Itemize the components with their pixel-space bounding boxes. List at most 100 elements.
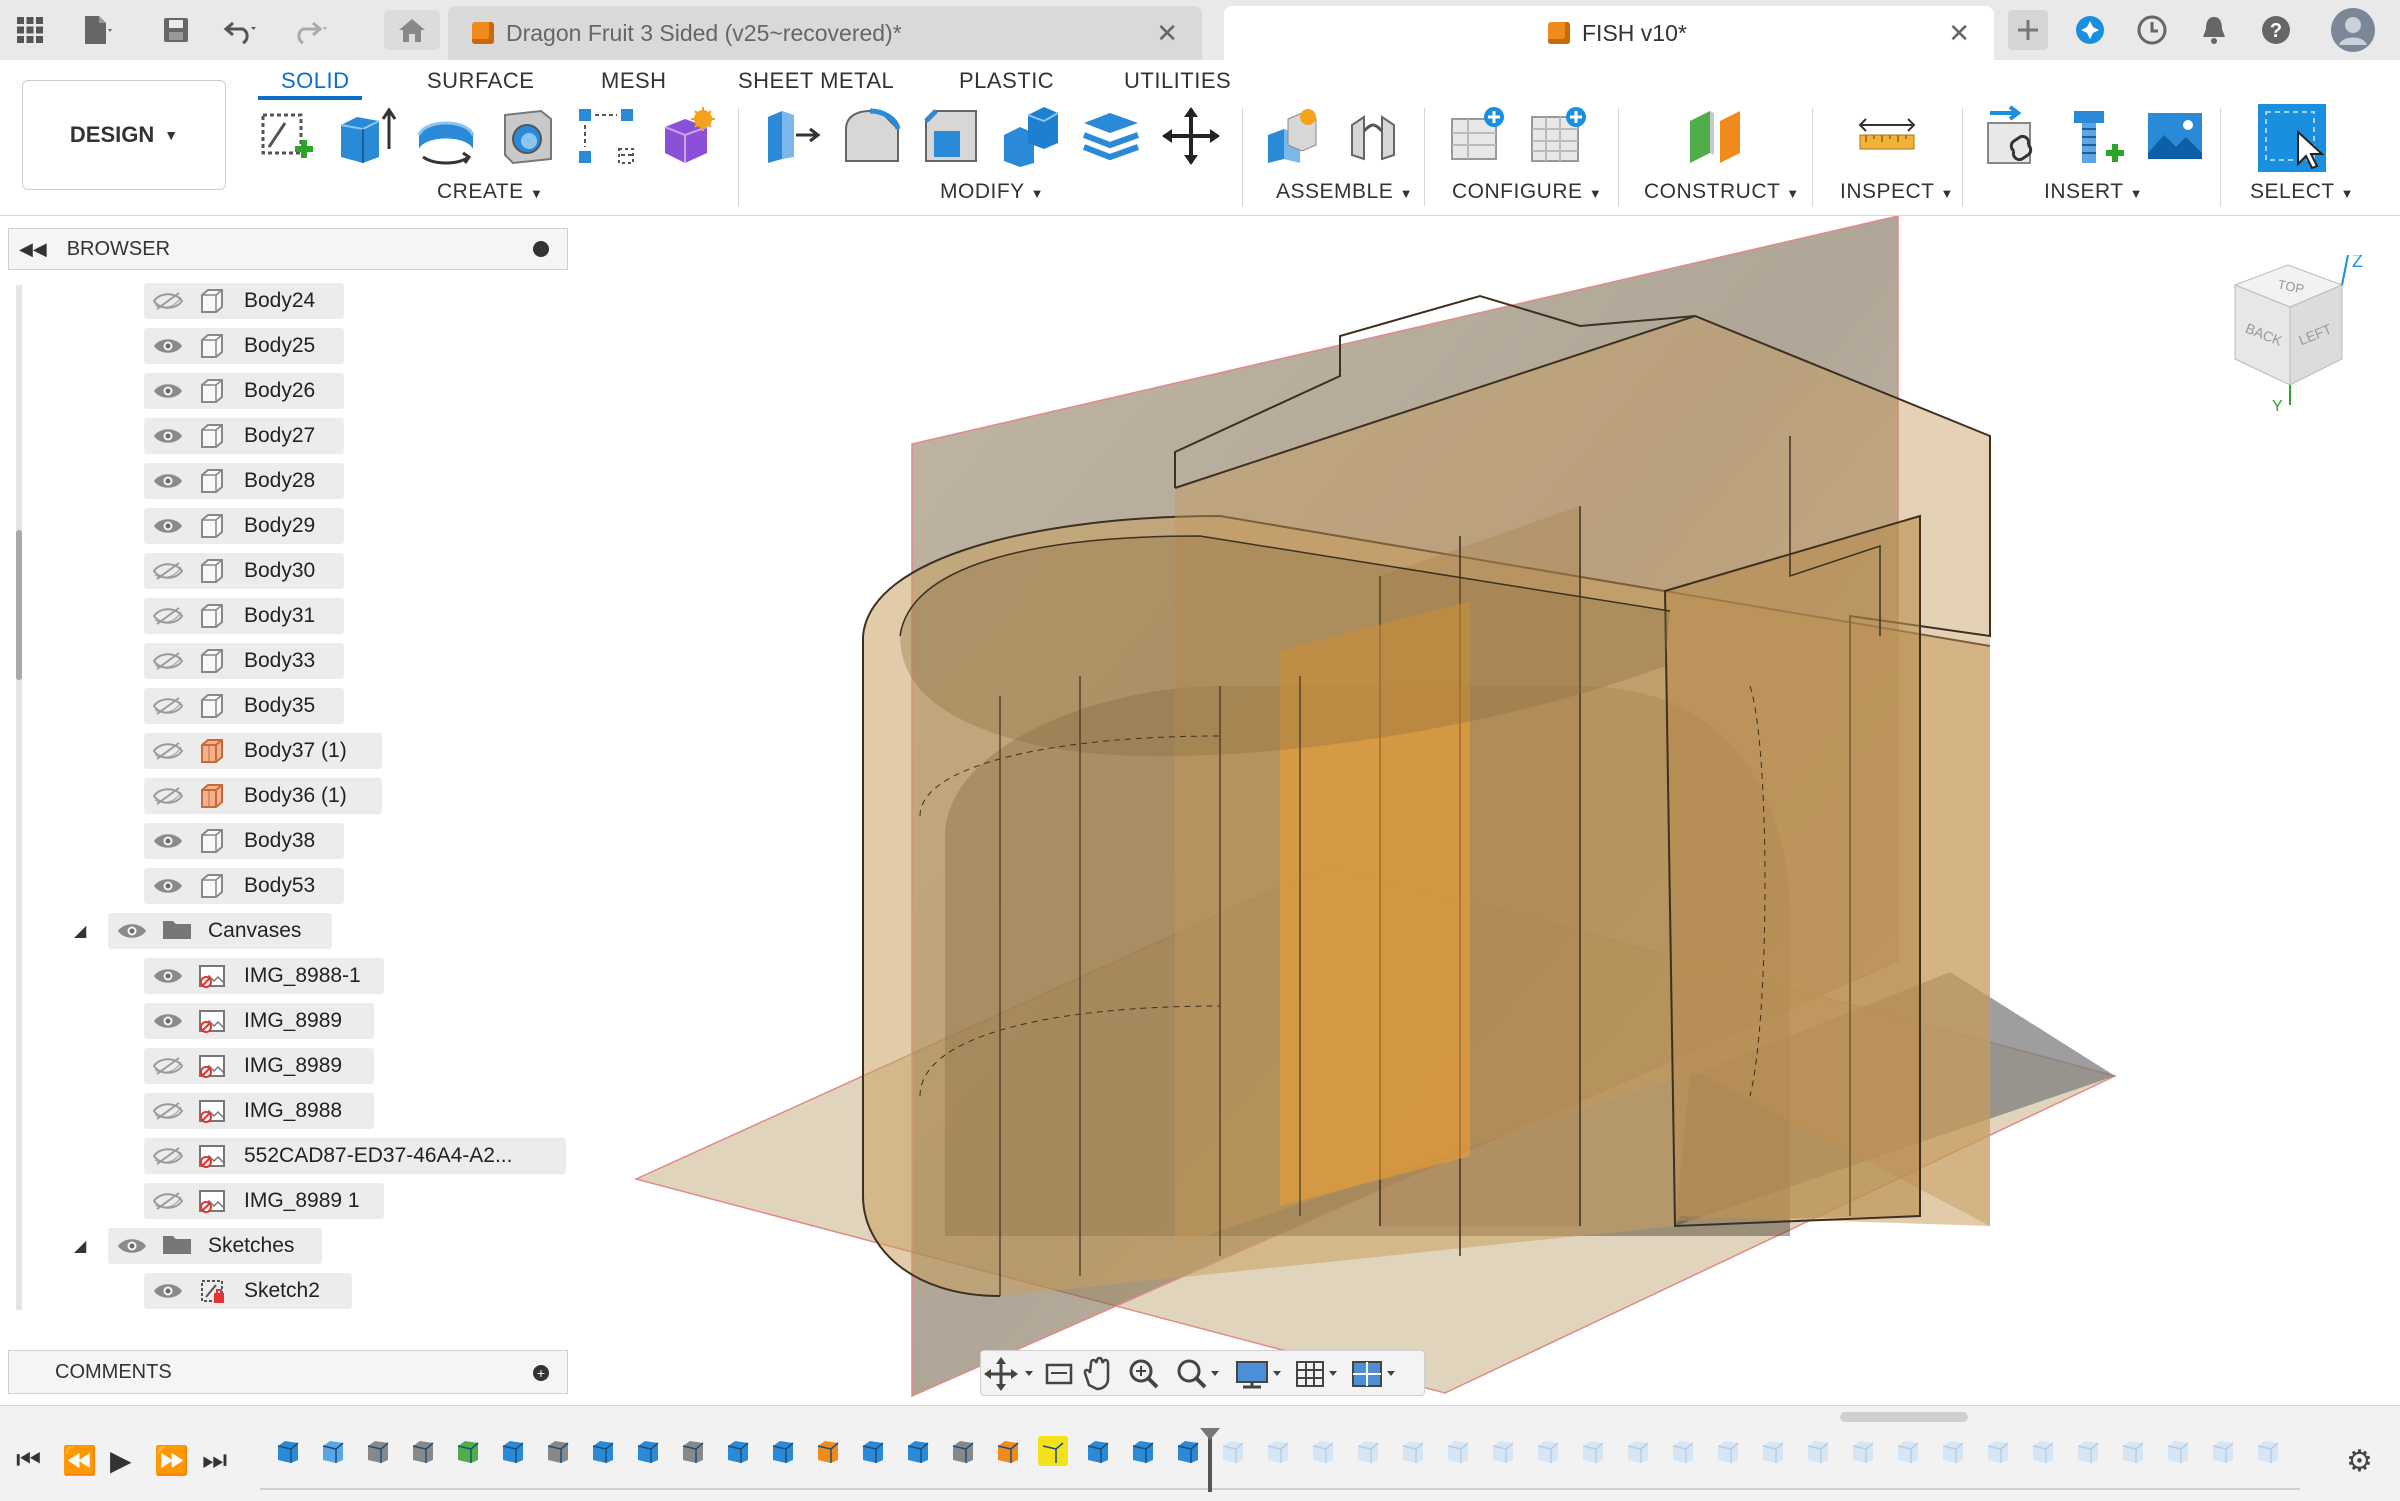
collapse-panel-icon[interactable]: ◀◀ bbox=[19, 239, 47, 260]
visibility-eye-icon[interactable] bbox=[152, 471, 184, 491]
timeline-feature-icon[interactable] bbox=[1038, 1436, 1068, 1466]
browser-body-item[interactable]: Body28 bbox=[144, 463, 344, 499]
group-select-label[interactable]: SELECT ▼ bbox=[2250, 180, 2354, 204]
browser-folder-sketches[interactable]: Sketches bbox=[108, 1228, 322, 1264]
timeline-feature-icon[interactable] bbox=[1578, 1436, 1608, 1466]
browser-body-item[interactable]: Body53 bbox=[144, 868, 344, 904]
hidden-eye-icon[interactable] bbox=[152, 741, 184, 761]
browser-scrollbar[interactable] bbox=[16, 530, 22, 680]
shell-icon[interactable] bbox=[1080, 105, 1142, 167]
timeline-feature-icon[interactable] bbox=[2253, 1436, 2283, 1466]
select-icon[interactable] bbox=[2256, 102, 2328, 174]
timeline-feature-icon[interactable] bbox=[1533, 1436, 1563, 1466]
timeline-feature-icon[interactable] bbox=[1758, 1436, 1788, 1466]
browser-canvas-item[interactable]: IMG_8989 bbox=[144, 1003, 374, 1039]
browser-body-item[interactable]: Body26 bbox=[144, 373, 344, 409]
timeline-play-icon[interactable]: ▶ bbox=[110, 1444, 132, 1477]
home-icon[interactable] bbox=[384, 10, 440, 50]
timeline-feature-icon[interactable] bbox=[2163, 1436, 2193, 1466]
folder-expand-icon[interactable]: ◢ bbox=[74, 921, 86, 941]
close-tab-icon[interactable]: ✕ bbox=[1948, 18, 1970, 49]
timeline-feature-icon[interactable] bbox=[1983, 1436, 2013, 1466]
browser-body-item[interactable]: Body25 bbox=[144, 328, 344, 364]
timeline-feature-icon[interactable] bbox=[1308, 1436, 1338, 1466]
insert-canvas-icon[interactable] bbox=[2144, 105, 2206, 167]
look-at-icon[interactable] bbox=[1045, 1363, 1073, 1385]
visibility-eye-icon[interactable] bbox=[152, 831, 184, 851]
add-comment-icon[interactable]: + bbox=[533, 1365, 549, 1381]
timeline-feature-icon[interactable] bbox=[2208, 1436, 2238, 1466]
timeline-feature-icon[interactable] bbox=[768, 1436, 798, 1466]
timeline-feature-icon[interactable] bbox=[1848, 1436, 1878, 1466]
timeline-feature-icon[interactable] bbox=[678, 1436, 708, 1466]
file-icon[interactable] bbox=[76, 10, 116, 50]
configure-design-icon[interactable] bbox=[1448, 105, 1510, 167]
create-sketch-icon[interactable] bbox=[255, 105, 317, 167]
create-form-icon[interactable] bbox=[655, 105, 717, 167]
visibility-eye-icon[interactable] bbox=[152, 1281, 184, 1301]
visibility-eye-icon[interactable] bbox=[152, 381, 184, 401]
visibility-eye-icon[interactable] bbox=[152, 336, 184, 356]
undo-icon[interactable] bbox=[220, 10, 260, 50]
timeline-feature-icon[interactable] bbox=[1083, 1436, 1113, 1466]
tab-plastic[interactable]: PLASTIC bbox=[959, 68, 1054, 94]
browser-folder-canvases[interactable]: Canvases bbox=[108, 913, 332, 949]
viewports-icon[interactable] bbox=[1352, 1361, 1395, 1387]
group-insert-label[interactable]: INSERT ▼ bbox=[2044, 180, 2143, 204]
comments-panel-header[interactable]: COMMENTS + bbox=[8, 1350, 568, 1394]
combine-icon[interactable] bbox=[1000, 105, 1062, 167]
group-inspect-label[interactable]: INSPECT ▼ bbox=[1840, 180, 1954, 204]
browser-body-item[interactable]: Body27 bbox=[144, 418, 344, 454]
browser-sketch-item[interactable]: Sketch2 bbox=[144, 1273, 352, 1309]
pattern-icon[interactable] bbox=[575, 105, 637, 167]
view-cube[interactable]: TOP BACK LEFT Z Y bbox=[2220, 251, 2370, 415]
tab-solid[interactable]: SOLID bbox=[281, 68, 350, 94]
workspace-switcher[interactable]: DESIGN ▼ bbox=[22, 80, 226, 190]
timeline-feature-icon[interactable] bbox=[813, 1436, 843, 1466]
chamfer-icon[interactable] bbox=[920, 105, 982, 167]
timeline-feature-icon[interactable] bbox=[363, 1436, 393, 1466]
move-icon[interactable] bbox=[1160, 105, 1222, 167]
hidden-eye-icon[interactable] bbox=[152, 291, 184, 311]
timeline-last-icon[interactable]: ⏭ bbox=[202, 1444, 227, 1477]
browser-canvas-item[interactable]: IMG_8989 bbox=[144, 1048, 374, 1084]
hidden-eye-icon[interactable] bbox=[152, 1101, 184, 1121]
browser-body-item[interactable]: Body33 bbox=[144, 643, 344, 679]
timeline-feature-icon[interactable] bbox=[633, 1436, 663, 1466]
visibility-eye-icon[interactable] bbox=[152, 966, 184, 986]
hidden-eye-icon[interactable] bbox=[152, 1056, 184, 1076]
browser-canvas-item[interactable]: IMG_8989 1 bbox=[144, 1183, 384, 1219]
save-icon[interactable] bbox=[156, 10, 196, 50]
3d-viewport[interactable] bbox=[580, 216, 2400, 1406]
browser-body-item[interactable]: Body29 bbox=[144, 508, 344, 544]
tab-utilities[interactable]: UTILITIES bbox=[1124, 68, 1231, 94]
timeline-feature-icon[interactable] bbox=[723, 1436, 753, 1466]
timeline-feature-icon[interactable] bbox=[1938, 1436, 1968, 1466]
timeline-feature-icon[interactable] bbox=[1893, 1436, 1923, 1466]
timeline-feature-icon[interactable] bbox=[2073, 1436, 2103, 1466]
browser-body-item[interactable]: Body36 (1) bbox=[144, 778, 382, 814]
press-pull-icon[interactable] bbox=[760, 105, 822, 167]
timeline-settings-icon[interactable]: ⚙ bbox=[2346, 1444, 2373, 1479]
extensions-icon[interactable] bbox=[2070, 10, 2110, 50]
timeline-feature-icon[interactable] bbox=[273, 1436, 303, 1466]
timeline-feature-icon[interactable] bbox=[948, 1436, 978, 1466]
timeline-feature-icon[interactable] bbox=[498, 1436, 528, 1466]
document-tab-fish[interactable]: FISH v10* ✕ bbox=[1224, 6, 1994, 60]
hidden-eye-icon[interactable] bbox=[152, 561, 184, 581]
bell-icon[interactable] bbox=[2194, 10, 2234, 50]
browser-scroll-track[interactable] bbox=[16, 285, 22, 1310]
browser-body-item[interactable]: Body31 bbox=[144, 598, 344, 634]
visibility-eye-icon[interactable] bbox=[116, 921, 148, 941]
timeline-feature-icon[interactable] bbox=[1803, 1436, 1833, 1466]
timeline-feature-icon[interactable] bbox=[1353, 1436, 1383, 1466]
timeline-feature-icon[interactable] bbox=[2118, 1436, 2148, 1466]
timeline-feature-icon[interactable] bbox=[2028, 1436, 2058, 1466]
timeline-feature-icon[interactable] bbox=[1623, 1436, 1653, 1466]
browser-panel-header[interactable]: ◀◀ BROWSER bbox=[8, 228, 568, 270]
timeline-feature-icon[interactable] bbox=[543, 1436, 573, 1466]
tab-surface[interactable]: SURFACE bbox=[427, 68, 534, 94]
configuration-table-icon[interactable] bbox=[1528, 105, 1590, 167]
browser-canvas-item[interactable]: 552CAD87-ED37-46A4-A2... bbox=[144, 1138, 566, 1174]
timeline-feature-icon[interactable] bbox=[1173, 1436, 1203, 1466]
